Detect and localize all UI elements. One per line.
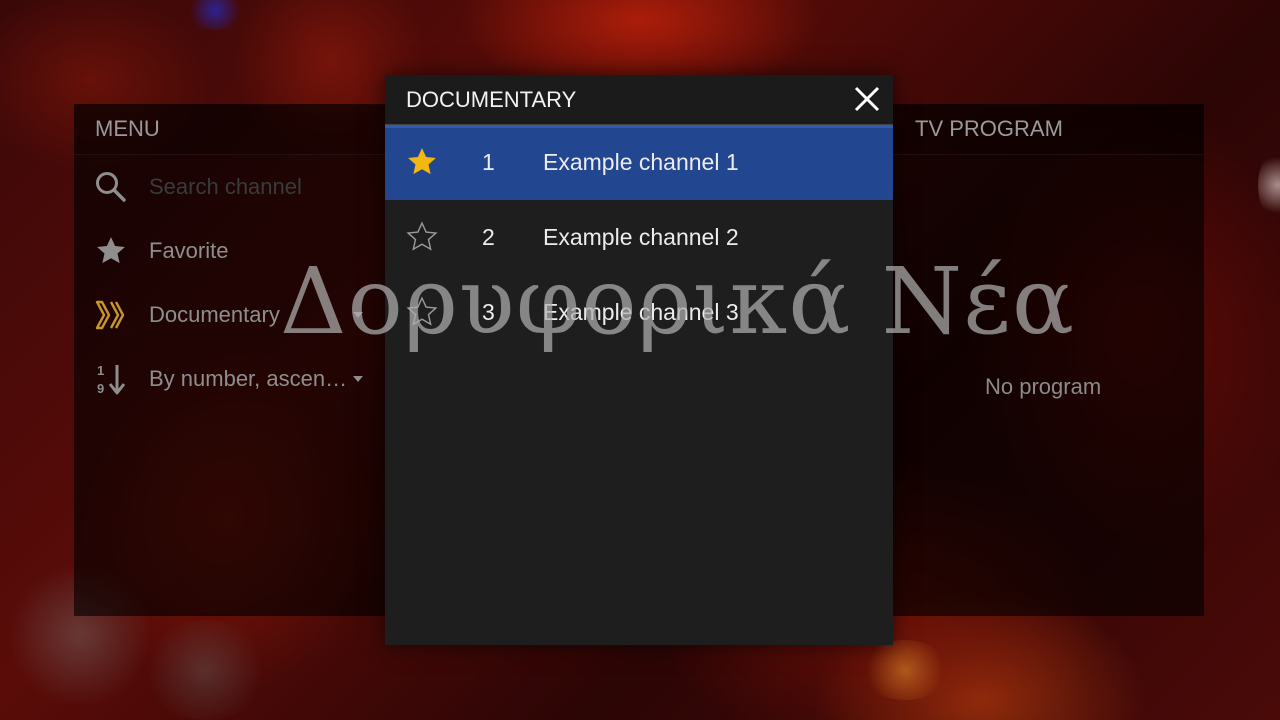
sort-icon-digit-bottom: 9 <box>97 381 104 396</box>
channel-list-dialog: DOCUMENTARY 1 Example channel 1 2 Exampl… <box>385 75 893 645</box>
channel-name: Example channel 2 <box>543 224 739 250</box>
screen: MENU Search channel Favorite Documentary… <box>0 0 1280 720</box>
close-icon <box>854 86 880 112</box>
channel-number: 1 <box>482 149 495 175</box>
channel-name: Example channel 1 <box>543 149 739 175</box>
menu-item-sort-label: By number, ascen… <box>149 366 348 391</box>
channel-row[interactable]: 2 Example channel 2 <box>385 200 893 275</box>
menu-item-category[interactable]: Documentary <box>74 287 386 343</box>
channel-list: 1 Example channel 1 2 Example channel 2 … <box>385 125 893 350</box>
menu-item-sort[interactable]: 1 9 By number, ascen… <box>74 351 386 407</box>
channel-number: 2 <box>482 224 495 250</box>
menu-title: MENU <box>74 104 386 155</box>
tv-program-title: TV PROGRAM <box>892 104 1204 155</box>
dialog-title: DOCUMENTARY <box>406 87 577 112</box>
sort-numeric-icon: 1 9 <box>94 362 128 396</box>
star-icon <box>94 234 128 268</box>
channel-name: Example channel 3 <box>543 299 739 325</box>
favorite-star-filled-icon[interactable] <box>405 145 439 179</box>
favorite-star-outline-icon[interactable] <box>405 295 439 329</box>
menu-item-category-label: Documentary <box>149 302 280 327</box>
chevron-down-icon <box>353 312 363 318</box>
favorite-star-outline-icon[interactable] <box>405 220 439 254</box>
sort-icon-digit-top: 1 <box>97 363 104 378</box>
category-chevrons-icon <box>94 298 128 332</box>
channel-row[interactable]: 3 Example channel 3 <box>385 275 893 350</box>
channel-number: 3 <box>482 299 495 325</box>
dialog-header: DOCUMENTARY <box>385 75 893 125</box>
menu-item-favorite[interactable]: Favorite <box>74 223 386 279</box>
channel-row[interactable]: 1 Example channel 1 <box>385 125 893 200</box>
search-icon <box>94 170 128 204</box>
no-program-text: No program <box>985 374 1102 399</box>
menu-panel: MENU Search channel Favorite Documentary… <box>74 104 386 616</box>
menu-item-favorite-label: Favorite <box>149 238 229 263</box>
close-button[interactable] <box>849 81 885 117</box>
chevron-down-icon <box>353 376 363 382</box>
search-channel-field[interactable]: Search channel <box>74 159 386 215</box>
search-channel-placeholder: Search channel <box>149 174 302 199</box>
tv-program-panel: TV PROGRAM No program <box>892 104 1204 616</box>
